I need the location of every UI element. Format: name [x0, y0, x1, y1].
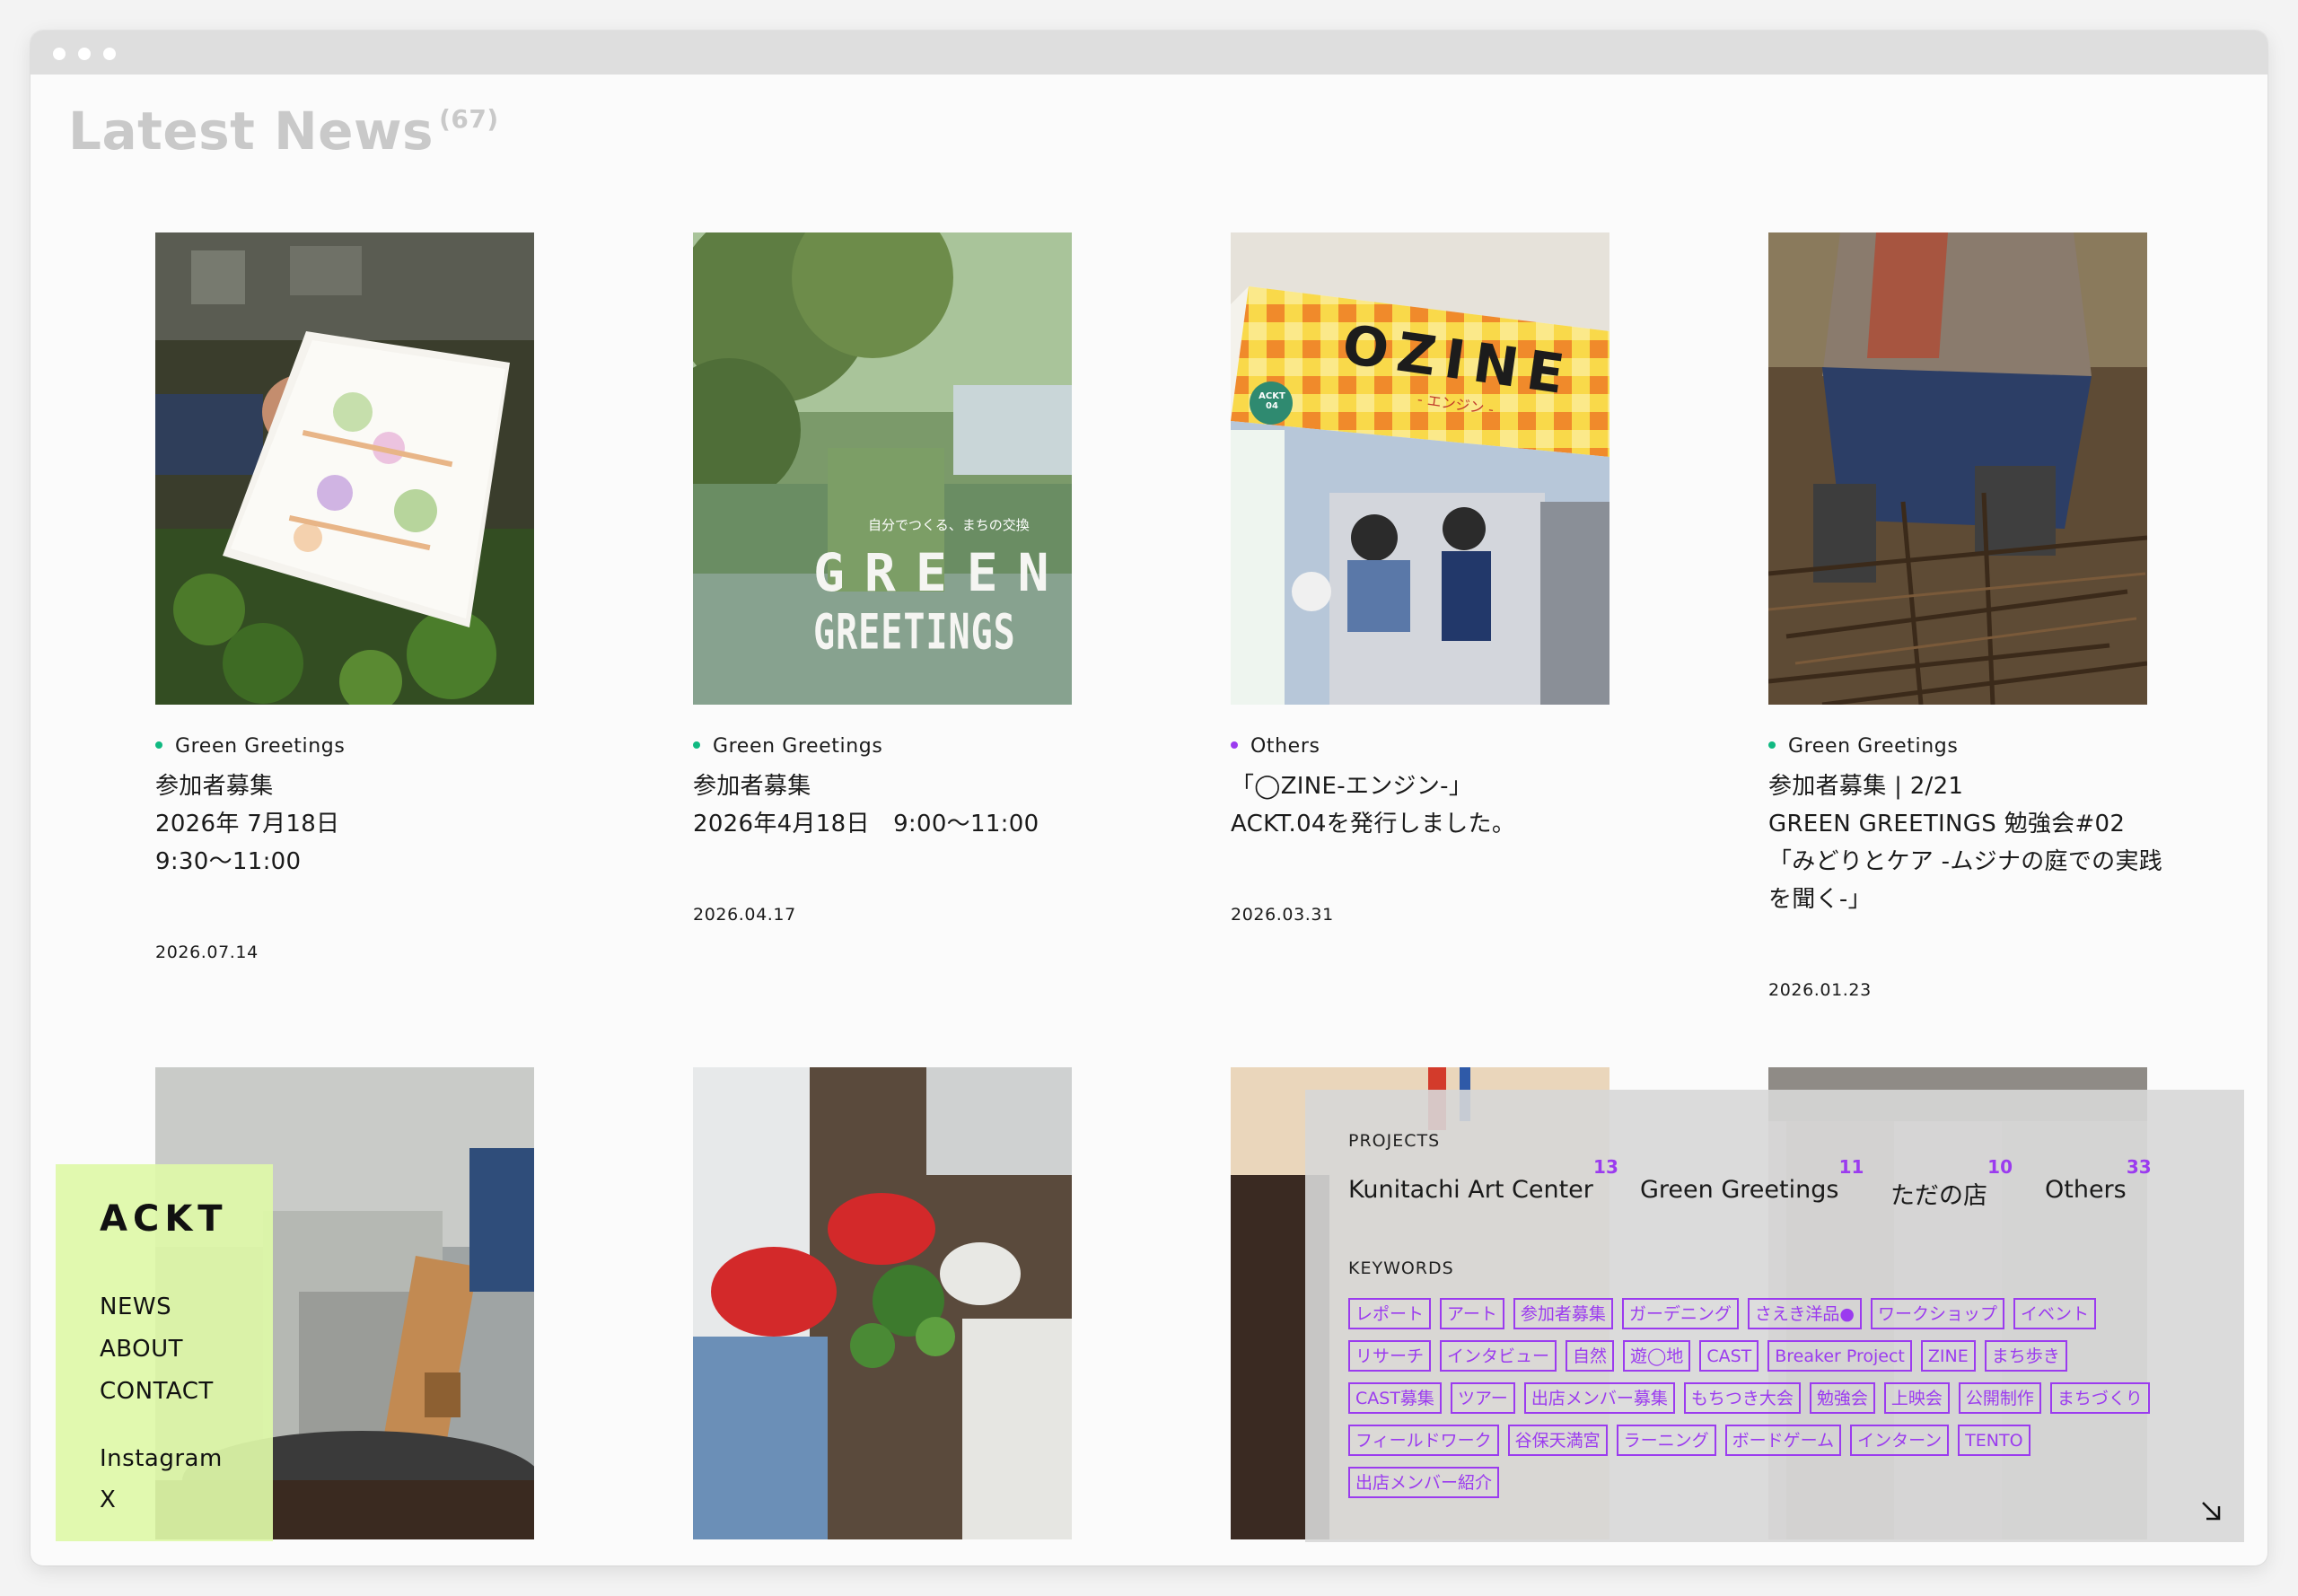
- ozine-magazine-photo: [1231, 232, 1609, 705]
- keyword-tag[interactable]: 遊◯地: [1623, 1340, 1691, 1372]
- nav-contact-link[interactable]: CONTACT: [100, 1378, 214, 1405]
- keyword-tag[interactable]: 勉強会: [1809, 1382, 1875, 1414]
- keyword-tag[interactable]: まち歩き: [1984, 1340, 2067, 1372]
- project-count: 10: [1987, 1156, 2013, 1178]
- news-date: 2026.01.23: [1768, 980, 1872, 1000]
- news-category[interactable]: Green Greetings: [693, 735, 882, 758]
- projects-label: PROJECTS: [1348, 1131, 1441, 1151]
- news-title[interactable]: 参加者募集 | 2/21 GREEN GREETINGS 勉強会#02 「みどり…: [1768, 767, 2162, 918]
- pruning-photo: [693, 1067, 1072, 1539]
- keyword-row: リサーチ インタビュー 自然 遊◯地 CAST Breaker Project …: [1348, 1340, 2210, 1372]
- project-filter-tadanomise[interactable]: ただの店 10: [1890, 1156, 2013, 1211]
- news-count: (67): [439, 104, 499, 134]
- news-title[interactable]: 参加者募集 2026年 7月18日 9:30〜11:00: [155, 767, 541, 881]
- window-dot-icon: [53, 48, 66, 60]
- window-titlebar: [31, 31, 2267, 75]
- poster-title-line2: GREETINGS: [813, 605, 1016, 662]
- category-dot-icon: [693, 741, 700, 749]
- news-date: 2026.03.31: [1231, 905, 1334, 925]
- keyword-tag[interactable]: TENTO: [1958, 1425, 2030, 1456]
- keyword-tag[interactable]: フィールドワーク: [1348, 1425, 1499, 1456]
- keyword-tag[interactable]: CAST募集: [1348, 1382, 1442, 1414]
- keyword-tag[interactable]: もちつき大会: [1683, 1382, 1801, 1414]
- category-dot-icon: [1768, 741, 1776, 749]
- keyword-tag[interactable]: ボードゲーム: [1724, 1425, 1842, 1456]
- page-title: Latest News (67): [68, 101, 499, 162]
- window-dot-icon: [103, 48, 116, 60]
- news-category[interactable]: Green Greetings: [155, 735, 345, 758]
- keyword-tag[interactable]: レポート: [1348, 1298, 1432, 1329]
- keyword-tag[interactable]: 自然: [1566, 1340, 1615, 1372]
- news-thumbnail[interactable]: [693, 1067, 1072, 1539]
- keywords-label: KEYWORDS: [1348, 1258, 1454, 1278]
- keyword-tag[interactable]: インターン: [1850, 1425, 1950, 1456]
- poster-subtitle: 自分でつくる、まちの交換: [868, 517, 1030, 533]
- news-date: 2026.07.14: [155, 943, 259, 962]
- keyword-tag[interactable]: 谷保天満宮: [1507, 1425, 1608, 1456]
- arrow-down-right-icon[interactable]: [2199, 1499, 2223, 1522]
- magazine-badge: ACKT 04: [1259, 391, 1285, 411]
- garden-plan-photo: [155, 232, 534, 705]
- keyword-tag[interactable]: 公開制作: [1958, 1382, 2041, 1414]
- keyword-tag[interactable]: 出店メンバー募集: [1523, 1382, 1675, 1414]
- keyword-row: CAST募集 ツアー 出店メンバー募集 もちつき大会 勉強会 上映会 公開制作 …: [1348, 1382, 2210, 1414]
- news-thumbnail[interactable]: [155, 232, 534, 705]
- nav-x-link[interactable]: X: [100, 1486, 116, 1513]
- keyword-tag[interactable]: イベント: [2013, 1298, 2096, 1329]
- keyword-tag[interactable]: ワークショップ: [1870, 1298, 2004, 1329]
- keyword-tag[interactable]: 出店メンバー紹介: [1348, 1467, 1500, 1498]
- keyword-tag[interactable]: リサーチ: [1348, 1340, 1432, 1372]
- browser-window: Latest News (67) Green Greetings 参加者募集 2…: [31, 31, 2267, 1565]
- news-category[interactable]: Green Greetings: [1768, 735, 1958, 758]
- filter-panel: PROJECTS Kunitachi Art Center 13 Green Gr…: [1305, 1090, 2244, 1542]
- news-thumbnail[interactable]: [1768, 232, 2147, 705]
- keyword-tag[interactable]: Breaker Project: [1767, 1340, 1912, 1372]
- news-thumbnail[interactable]: OZINE - エンジン - ACKT 04: [1231, 232, 1609, 705]
- keyword-tag[interactable]: まちづくり: [2049, 1382, 2150, 1414]
- project-count: 13: [1593, 1156, 1618, 1178]
- news-title[interactable]: 参加者募集 2026年4月18日 9:00〜11:00: [693, 767, 1079, 843]
- keyword-tag[interactable]: インタビュー: [1440, 1340, 1557, 1372]
- poster-title-line1: GREEN: [813, 542, 1069, 603]
- branch-work-photo: [1768, 232, 2147, 705]
- keyword-row: レポート アート 参加者募集 ガーデニング さえき洋品● ワークショップ イベン…: [1348, 1298, 2210, 1329]
- site-logo[interactable]: ACKT: [100, 1198, 228, 1240]
- project-filter-others[interactable]: Others 33: [2045, 1156, 2152, 1204]
- news-category[interactable]: Others: [1231, 735, 1320, 758]
- keyword-tag[interactable]: 上映会: [1883, 1382, 1950, 1414]
- site-nav: ACKT NEWS ABOUT CONTACT Instagram X: [56, 1164, 273, 1541]
- keyword-tag[interactable]: 参加者募集: [1513, 1298, 1613, 1329]
- keyword-tag[interactable]: アート: [1440, 1298, 1504, 1329]
- window-dot-icon: [78, 48, 91, 60]
- keyword-tag[interactable]: CAST: [1699, 1340, 1759, 1372]
- keyword-tag[interactable]: ガーデニング: [1621, 1298, 1739, 1329]
- keyword-row: 出店メンバー紹介: [1348, 1467, 2210, 1498]
- category-dot-icon: [155, 741, 162, 749]
- news-thumbnail[interactable]: 自分でつくる、まちの交換 GREEN GREETINGS: [693, 232, 1072, 705]
- project-filter-green-greetings[interactable]: Green Greetings 11: [1640, 1156, 1864, 1204]
- nav-about-link[interactable]: ABOUT: [100, 1336, 183, 1363]
- project-filter-kunitachi[interactable]: Kunitachi Art Center 13: [1348, 1156, 1618, 1204]
- keyword-tag[interactable]: さえき洋品●: [1747, 1298, 1862, 1329]
- project-count: 11: [1838, 1156, 1864, 1178]
- keyword-tags: レポート アート 参加者募集 ガーデニング さえき洋品● ワークショップ イベン…: [1348, 1298, 2210, 1509]
- category-dot-icon: [1231, 741, 1238, 749]
- news-date: 2026.04.17: [693, 905, 796, 925]
- keyword-tag[interactable]: ツアー: [1450, 1382, 1515, 1414]
- project-count: 33: [2126, 1156, 2152, 1178]
- keyword-tag[interactable]: ラーニング: [1616, 1425, 1716, 1456]
- nav-news-link[interactable]: NEWS: [100, 1293, 171, 1320]
- nav-instagram-link[interactable]: Instagram: [100, 1445, 223, 1472]
- keyword-tag[interactable]: ZINE: [1920, 1340, 1976, 1372]
- keyword-row: フィールドワーク 谷保天満宮 ラーニング ボードゲーム インターン TENTO: [1348, 1425, 2210, 1456]
- news-title[interactable]: 「◯ZINE-エンジン-」 ACKT.04を発行しました。: [1231, 767, 1617, 843]
- page-title-text: Latest News: [68, 101, 434, 162]
